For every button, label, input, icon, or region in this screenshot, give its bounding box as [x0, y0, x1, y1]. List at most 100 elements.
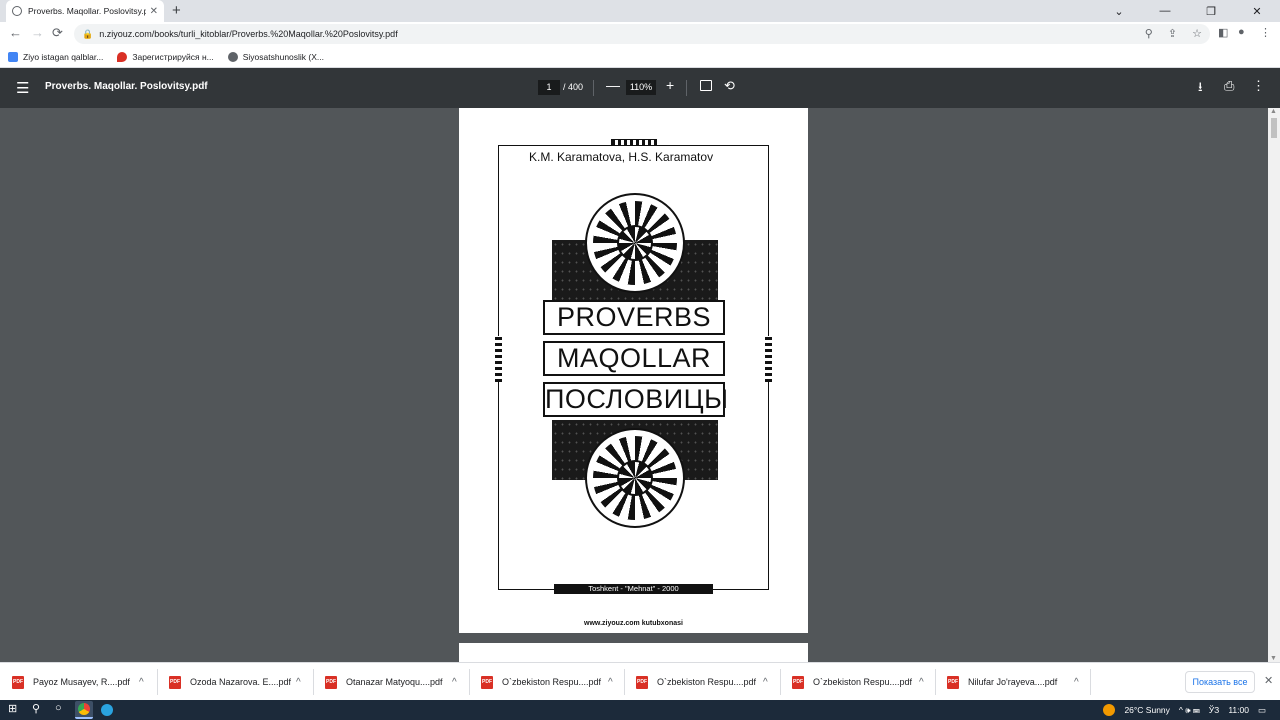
zoom-input[interactable]: 110%	[626, 80, 656, 95]
profile-avatar-icon[interactable]: ●	[1238, 26, 1245, 38]
download-item[interactable]: PDF Nilufar Jo'rayeva....pdf ^	[935, 663, 1079, 701]
top-ornament-icon	[611, 139, 657, 146]
pdf-page: K.M. Karamatova, H.S. Karamatov PROVERBS…	[459, 108, 808, 633]
notifications-icon[interactable]: ▭	[1258, 705, 1266, 716]
bookmarks-bar: Ziyo istagan qalblar... Зарегистрируйся …	[0, 46, 1280, 68]
system-tray: 26°C Sunny ^ 🕪 ⌨ ЎЗ 11:00 ▭	[1103, 700, 1280, 720]
download-item[interactable]: PDF O`zbekiston Respu....pdf ^	[780, 663, 924, 701]
show-all-downloads-button[interactable]: Показать все	[1185, 671, 1255, 693]
tab-close-icon[interactable]: ✕	[150, 6, 158, 17]
bookmark-item[interactable]: Зарегистрируйся н...	[117, 51, 214, 62]
window-controls: ⌄ — ❐ ✕	[1096, 0, 1280, 22]
scroll-thumb[interactable]	[1271, 118, 1277, 138]
download-filename: Nilufar Jo'rayeva....pdf	[968, 677, 1058, 687]
pdf-toolbar: ☰ Proverbs. Maqollar. Poslovitsy.pdf 1 /…	[0, 68, 1280, 108]
download-filename: O`zbekiston Respu....pdf	[502, 677, 602, 687]
start-button[interactable]: ⊞	[8, 702, 17, 715]
download-item[interactable]: PDF O`zbekiston Respu....pdf ^	[469, 663, 613, 701]
fit-to-page-icon[interactable]	[700, 80, 712, 91]
chevron-up-icon[interactable]: ^	[452, 677, 457, 688]
scroll-up-icon[interactable]: ▲	[1270, 108, 1277, 115]
pdf-file-icon: PDF	[636, 675, 648, 689]
chrome-app-icon[interactable]	[75, 701, 93, 719]
bookmark-label: Ziyo istagan qalblar...	[23, 51, 104, 62]
download-item[interactable]: PDF Otanazar Matyoqu....pdf ^	[313, 663, 457, 701]
taskbar: ⊞ ⚲ ○ 26°C Sunny ^ 🕪 ⌨ ЎЗ 11:00 ▭	[0, 700, 1280, 720]
back-button[interactable]: ←	[9, 25, 22, 40]
side-panel-icon[interactable]: ◧	[1218, 26, 1228, 39]
more-options-icon[interactable]: ⋮	[1252, 78, 1265, 94]
bookmark-favicon-icon	[117, 51, 128, 62]
tab-strip: Proverbs. Maqollar. Poslovitsy.pdf ✕ + ⌄…	[0, 0, 1280, 22]
reload-button[interactable]: ⟳	[52, 25, 63, 41]
zoom-in-button[interactable]: +	[666, 77, 674, 93]
tab-search-icon[interactable]: ⌄	[1096, 5, 1142, 18]
rotate-icon[interactable]: ⟲	[724, 78, 735, 94]
download-filename: Ozoda Nazarova. E....pdf	[190, 677, 292, 687]
weather-sun-icon[interactable]	[1103, 704, 1116, 716]
vertical-scrollbar[interactable]: ▲ ▼	[1268, 108, 1280, 662]
chevron-up-icon[interactable]: ^	[139, 677, 144, 688]
chevron-up-icon[interactable]: ^	[763, 677, 768, 688]
address-bar[interactable]: 🔒 n.ziyouz.com/books/turli_kitoblar/Prov…	[74, 24, 1210, 44]
language-indicator[interactable]: ЎЗ	[1209, 705, 1220, 715]
tray-icons[interactable]: ^ 🕪 ⌨	[1179, 705, 1200, 716]
scroll-down-icon[interactable]: ▼	[1270, 655, 1277, 662]
zoom-search-icon[interactable]: ⚲	[1145, 28, 1153, 40]
rosette-top-icon	[585, 193, 685, 293]
download-icon[interactable]: ⭳	[1198, 78, 1203, 100]
print-icon[interactable]: ⎙	[1224, 78, 1234, 94]
title-line: MAQOLLAR	[543, 341, 725, 376]
chevron-up-icon[interactable]: ^	[919, 677, 924, 688]
download-divider	[1090, 669, 1091, 695]
bookmark-star-icon[interactable]: ☆	[1192, 28, 1202, 40]
page-footer: www.ziyouz.com kutubxonasi	[584, 620, 683, 627]
pdf-title: Proverbs. Maqollar. Poslovitsy.pdf	[45, 81, 208, 92]
browser-menu-icon[interactable]: ⋮	[1260, 26, 1271, 39]
close-window-button[interactable]: ✕	[1234, 5, 1280, 18]
pdf-file-icon: PDF	[481, 675, 493, 689]
browser-tab[interactable]: Proverbs. Maqollar. Poslovitsy.pdf ✕	[6, 0, 164, 22]
bookmark-item[interactable]: Ziyo istagan qalblar...	[8, 51, 104, 62]
telegram-app-icon[interactable]	[98, 701, 116, 719]
browser-toolbar: ← → ⟳ 🔒 n.ziyouz.com/books/turli_kitobla…	[0, 22, 1280, 46]
minimize-button[interactable]: —	[1142, 5, 1188, 17]
close-downloads-icon[interactable]: ✕	[1264, 674, 1273, 687]
pdf-file-icon: PDF	[169, 675, 181, 689]
left-ornament-icon	[495, 336, 502, 382]
title-line: ПОСЛОВИЦЫ	[543, 382, 728, 417]
publisher-bar: Toshkent - "Mehnat" - 2000	[554, 584, 713, 594]
clock[interactable]: 11:00	[1228, 705, 1249, 715]
pdf-page-next	[459, 643, 808, 663]
lock-icon[interactable]: 🔒	[82, 29, 93, 40]
bookmark-favicon-icon	[8, 51, 18, 62]
pdf-file-icon: PDF	[12, 675, 24, 689]
download-filename: Payoz Musayev, R....pdf	[33, 677, 130, 687]
download-item[interactable]: PDF Ozoda Nazarova. E....pdf ^	[157, 663, 301, 701]
url-text[interactable]: n.ziyouz.com/books/turli_kitoblar/Prover…	[99, 29, 397, 39]
restore-button[interactable]: ❐	[1188, 5, 1234, 18]
page-total: / 400	[563, 82, 584, 92]
download-item[interactable]: PDF O`zbekiston Respu....pdf ^	[624, 663, 768, 701]
chevron-up-icon[interactable]: ^	[608, 677, 613, 688]
share-icon[interactable]: ⇪	[1168, 28, 1177, 40]
new-tab-button[interactable]: +	[172, 2, 181, 19]
download-item[interactable]: PDF Payoz Musayev, R....pdf ^	[0, 663, 144, 701]
globe-icon	[12, 6, 22, 16]
bookmark-favicon-icon	[227, 51, 238, 62]
weather-text[interactable]: 26°C Sunny	[1124, 705, 1169, 715]
search-icon[interactable]: ⚲	[32, 702, 40, 715]
zoom-out-button[interactable]: —	[606, 77, 620, 93]
chevron-up-icon[interactable]: ^	[296, 677, 301, 688]
bookmark-label: Зарегистрируйся н...	[132, 51, 214, 62]
chevron-up-icon[interactable]: ^	[1074, 677, 1079, 688]
rosette-bottom-icon	[585, 428, 685, 528]
toolbar-divider	[593, 80, 594, 96]
task-view-icon[interactable]: ○	[55, 702, 62, 714]
forward-button[interactable]: →	[31, 25, 44, 40]
right-ornament-icon	[765, 336, 772, 382]
menu-icon[interactable]: ☰	[16, 79, 29, 97]
bookmark-item[interactable]: Siyosatshunoslik (X...	[227, 51, 324, 62]
download-filename: O`zbekiston Respu....pdf	[657, 677, 757, 687]
page-number-input[interactable]: 1	[538, 80, 560, 95]
